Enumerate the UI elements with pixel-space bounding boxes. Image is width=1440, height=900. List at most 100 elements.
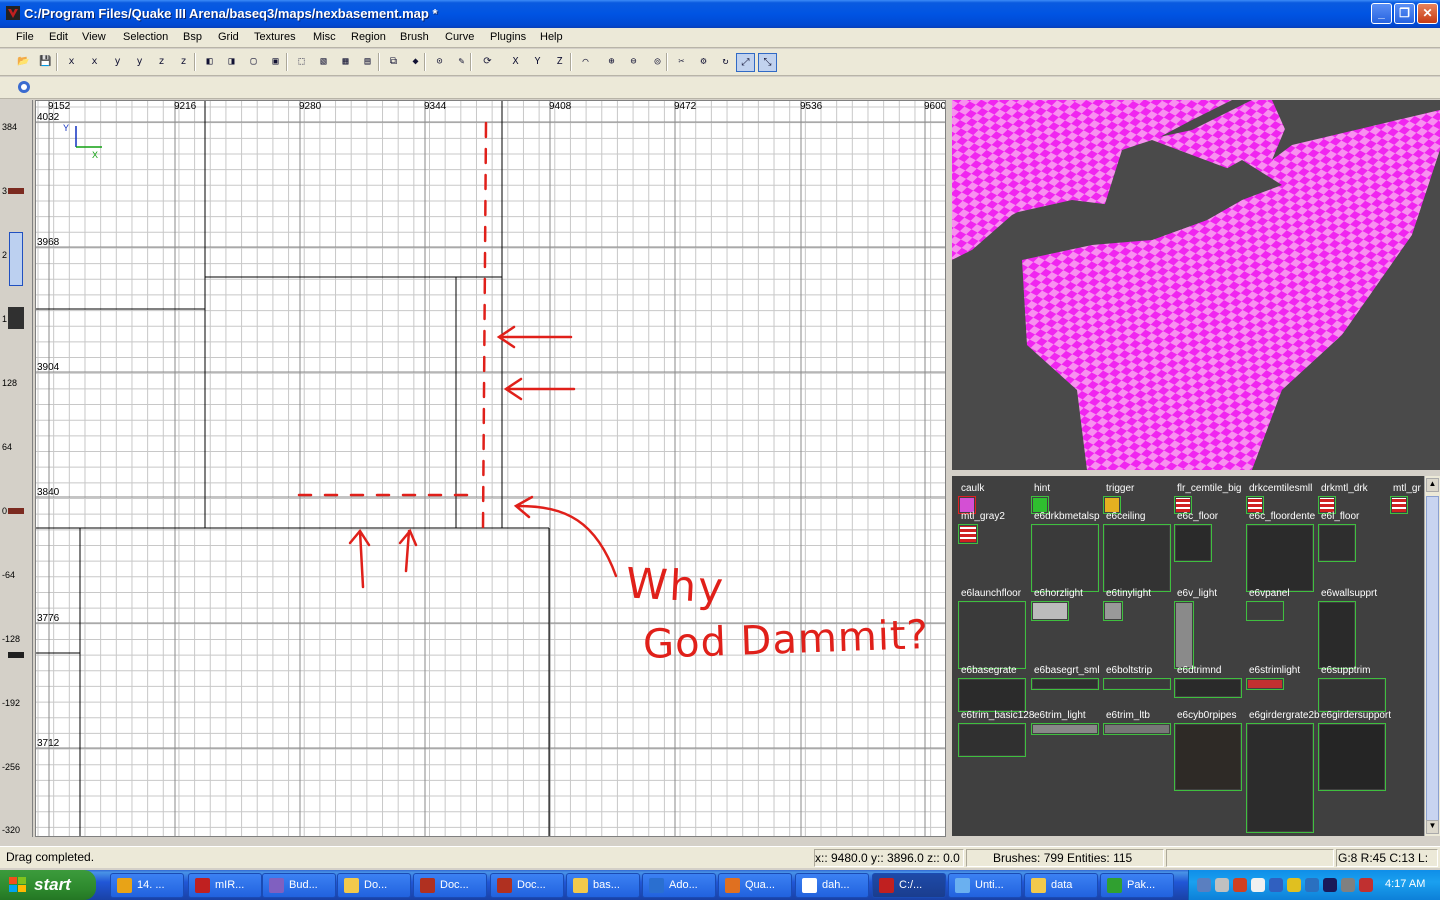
view-change-button[interactable]: ⟳ xyxy=(478,53,497,72)
tray-app-icon[interactable] xyxy=(1323,878,1337,892)
cube-clip-button[interactable]: ⧉ xyxy=(384,53,403,72)
texture-tile[interactable]: e6tinylight xyxy=(1103,588,1151,621)
scale-button[interactable]: ⤢ xyxy=(736,53,755,72)
close-button[interactable]: ✕ xyxy=(1417,3,1438,24)
taskbar-button[interactable]: C:/... xyxy=(872,873,946,898)
menu-view[interactable]: View xyxy=(82,31,106,43)
texture-tile[interactable]: e6cyb0rpipes xyxy=(1174,710,1242,791)
texture-tile[interactable]: e6vpanel xyxy=(1246,588,1290,621)
csg-subtract-button[interactable]: ◧ xyxy=(200,53,219,72)
view-x-button[interactable]: X xyxy=(506,53,525,72)
z-rotate-button[interactable]: z xyxy=(174,53,193,72)
patch-delete-button[interactable]: ⊖ xyxy=(624,53,643,72)
show-patch-button[interactable]: ◎ xyxy=(648,53,667,72)
grid-canvas[interactable] xyxy=(36,101,946,837)
taskbar-button[interactable]: Doc... xyxy=(490,873,564,898)
texture-tile[interactable]: e6basegrate xyxy=(958,665,1026,712)
texture-tile[interactable]: e6girdersupport xyxy=(1318,710,1391,791)
clone-button[interactable]: ▣ xyxy=(266,53,285,72)
view-y-button[interactable]: Y xyxy=(528,53,547,72)
view-z-button[interactable]: Z xyxy=(550,53,569,72)
xy-grid-view[interactable]: 9152 9216 9280 9344 9408 9472 9536 9600 … xyxy=(35,100,946,837)
scroll-thumb[interactable] xyxy=(1426,496,1439,826)
start-button[interactable]: start xyxy=(0,870,96,900)
texture-tile[interactable]: e6c_floordente xyxy=(1246,511,1315,592)
menu-help[interactable]: Help xyxy=(540,31,563,43)
menu-plugins[interactable]: Plugins xyxy=(490,31,526,43)
texture-tile[interactable]: e6wallsupprt xyxy=(1318,588,1377,669)
menu-misc[interactable]: Misc xyxy=(313,31,336,43)
menu-edit[interactable]: Edit xyxy=(49,31,68,43)
texture-tile[interactable]: mtl_gray2 xyxy=(958,511,1005,544)
tray-app-icon[interactable] xyxy=(1305,878,1319,892)
z-camera-marker[interactable] xyxy=(9,232,23,286)
maximize-button[interactable]: ❐ xyxy=(1394,3,1415,24)
q3-plugin-icon[interactable] xyxy=(14,79,33,98)
select-drag-button[interactable]: ⤡ xyxy=(758,53,777,72)
taskbar-button[interactable]: Bud... xyxy=(262,873,336,898)
tray-app-icon[interactable] xyxy=(1287,878,1301,892)
z-ruler[interactable]: 384 3 2 1 128 64 0 -64 -128 -192 -256 -3… xyxy=(0,100,33,837)
y-rotate-button[interactable]: y xyxy=(130,53,149,72)
texture-tile[interactable]: e6trim_basic128 xyxy=(958,710,1034,757)
tray-app-icon[interactable] xyxy=(1359,878,1373,892)
texture-tile[interactable]: mtl_gr xyxy=(1390,483,1421,514)
taskbar-button[interactable]: Ado... xyxy=(642,873,716,898)
taskbar-button[interactable]: Qua... xyxy=(718,873,792,898)
menu-curve[interactable]: Curve xyxy=(445,31,474,43)
taskbar-button[interactable]: Unti... xyxy=(948,873,1022,898)
texture-tile[interactable]: e6horzlight xyxy=(1031,588,1083,621)
open-button[interactable]: 📂 xyxy=(14,53,33,72)
taskbar-button[interactable]: data xyxy=(1024,873,1098,898)
x-rotate-button[interactable]: x xyxy=(85,53,104,72)
scroll-down-button[interactable]: ▼ xyxy=(1426,820,1439,834)
texture-tile[interactable]: e6strimlight xyxy=(1246,665,1300,690)
menu-textures[interactable]: Textures xyxy=(254,31,296,43)
csg-merge-button[interactable]: ◨ xyxy=(222,53,241,72)
camera-lock-button[interactable]: ⊙ xyxy=(430,53,449,72)
menu-selection[interactable]: Selection xyxy=(123,31,168,43)
taskbar-button[interactable]: 14. ... xyxy=(110,873,184,898)
texture-tile[interactable]: e6c_floor xyxy=(1174,511,1218,562)
taskbar-button[interactable]: Doc... xyxy=(413,873,487,898)
select-touching-button[interactable]: ▧ xyxy=(314,53,333,72)
texture-tile[interactable]: e6trim_ltb xyxy=(1103,710,1171,735)
scroll-up-button[interactable]: ▲ xyxy=(1426,478,1439,492)
texture-tile[interactable]: e6launchfloor xyxy=(958,588,1026,669)
entity-button[interactable]: ⚙ xyxy=(694,53,713,72)
texture-tile[interactable]: e6l_floor xyxy=(1318,511,1359,562)
select-inside-button[interactable]: ▤ xyxy=(358,53,377,72)
menu-grid[interactable]: Grid xyxy=(218,31,239,43)
texture-tile[interactable]: e6boltstrip xyxy=(1103,665,1171,690)
shield-icon[interactable] xyxy=(1269,878,1283,892)
patch-bend-button[interactable]: ⌒ xyxy=(576,53,595,72)
texture-lock-button[interactable]: ✎ xyxy=(452,53,471,72)
texture-tile[interactable]: e6dtrimnd xyxy=(1174,665,1242,698)
x-flip-button[interactable]: x xyxy=(62,53,81,72)
menu-region[interactable]: Region xyxy=(351,31,386,43)
volume-icon[interactable] xyxy=(1341,878,1355,892)
cubic-button[interactable]: ◆ xyxy=(406,53,425,72)
z-flip-button[interactable]: z xyxy=(152,53,171,72)
texture-tile[interactable]: e6girdergrate2b xyxy=(1246,710,1320,833)
tray-app-icon[interactable] xyxy=(1215,878,1229,892)
select-partial-button[interactable]: ▦ xyxy=(336,53,355,72)
select-complete-button[interactable]: ⬚ xyxy=(292,53,311,72)
texture-tile[interactable]: e6ceiling xyxy=(1103,511,1171,592)
minimize-button[interactable]: _ xyxy=(1371,3,1392,24)
texture-tile[interactable]: e6drkbmetalsp xyxy=(1031,511,1100,592)
menu-file[interactable]: File xyxy=(16,31,34,43)
save-button[interactable]: 💾 xyxy=(36,53,55,72)
texture-scrollbar[interactable]: ▲ ▼ xyxy=(1424,476,1440,836)
clip-button[interactable]: ✂ xyxy=(672,53,691,72)
texture-browser[interactable]: caulk hint trigger flr_cemtile_big drkcemtil… xyxy=(952,476,1424,836)
taskbar-button[interactable]: Do... xyxy=(337,873,411,898)
texture-tile[interactable]: e6supptrim xyxy=(1318,665,1386,712)
patch-insert-button[interactable]: ⊕ xyxy=(602,53,621,72)
hollow-button[interactable]: ▢ xyxy=(244,53,263,72)
security-icon[interactable] xyxy=(1233,878,1247,892)
camera-3d-view[interactable] xyxy=(952,100,1440,470)
rotate-button[interactable]: ↻ xyxy=(716,53,735,72)
texture-tile[interactable]: e6trim_light xyxy=(1031,710,1099,735)
taskbar-button[interactable]: dah... xyxy=(795,873,869,898)
